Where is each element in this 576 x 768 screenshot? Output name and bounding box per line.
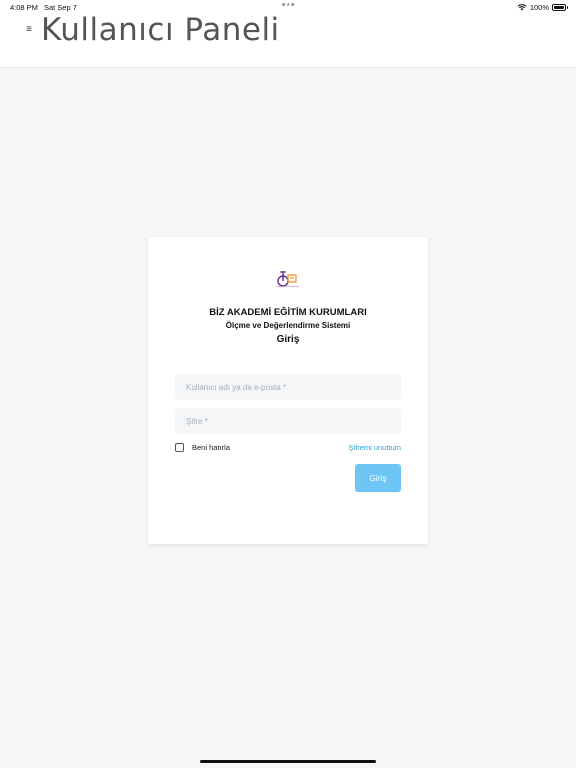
biz-akademi-logo	[276, 271, 300, 288]
page-title: Kullanıcı Paneli	[41, 12, 280, 48]
battery-fill	[554, 5, 564, 9]
menu-glyph: ≡	[26, 23, 32, 35]
hamburger-menu-icon[interactable]: ≡	[22, 22, 36, 36]
login-card: BİZ AKADEMİ EĞİTİM KURUMLARI Ölçme ve De…	[148, 237, 428, 544]
battery-icon	[552, 3, 568, 11]
app-header: ≡ Kullanıcı Paneli	[0, 12, 576, 68]
remember-row: Beni hatırla Şifremi unuttum	[175, 441, 401, 453]
password-input[interactable]	[175, 408, 401, 434]
status-left: 4:08 PM Sat Sep 7	[10, 3, 77, 12]
battery-percent: 100%	[529, 2, 549, 12]
organization-name: BİZ AKADEMİ EĞİTİM KURUMLARI	[209, 307, 367, 318]
remember-label: Beni hatırla	[192, 442, 230, 452]
wifi-icon	[517, 4, 527, 11]
login-heading: Giriş	[276, 334, 300, 345]
remember-checkbox[interactable]	[175, 442, 184, 452]
status-right: 100%	[517, 2, 568, 12]
home-indicator[interactable]	[200, 760, 376, 763]
login-button[interactable]: Giriş	[355, 464, 401, 492]
username-input[interactable]	[175, 374, 401, 400]
multitasking-dots-icon[interactable]	[282, 3, 294, 6]
status-date: Sat Sep 7	[43, 2, 77, 12]
forgot-password-link[interactable]: Şifremi unuttum	[348, 443, 401, 452]
system-name: Ölçme ve Değerlendirme Sistemi	[225, 321, 351, 330]
status-time: 4:08 PM	[10, 2, 38, 12]
